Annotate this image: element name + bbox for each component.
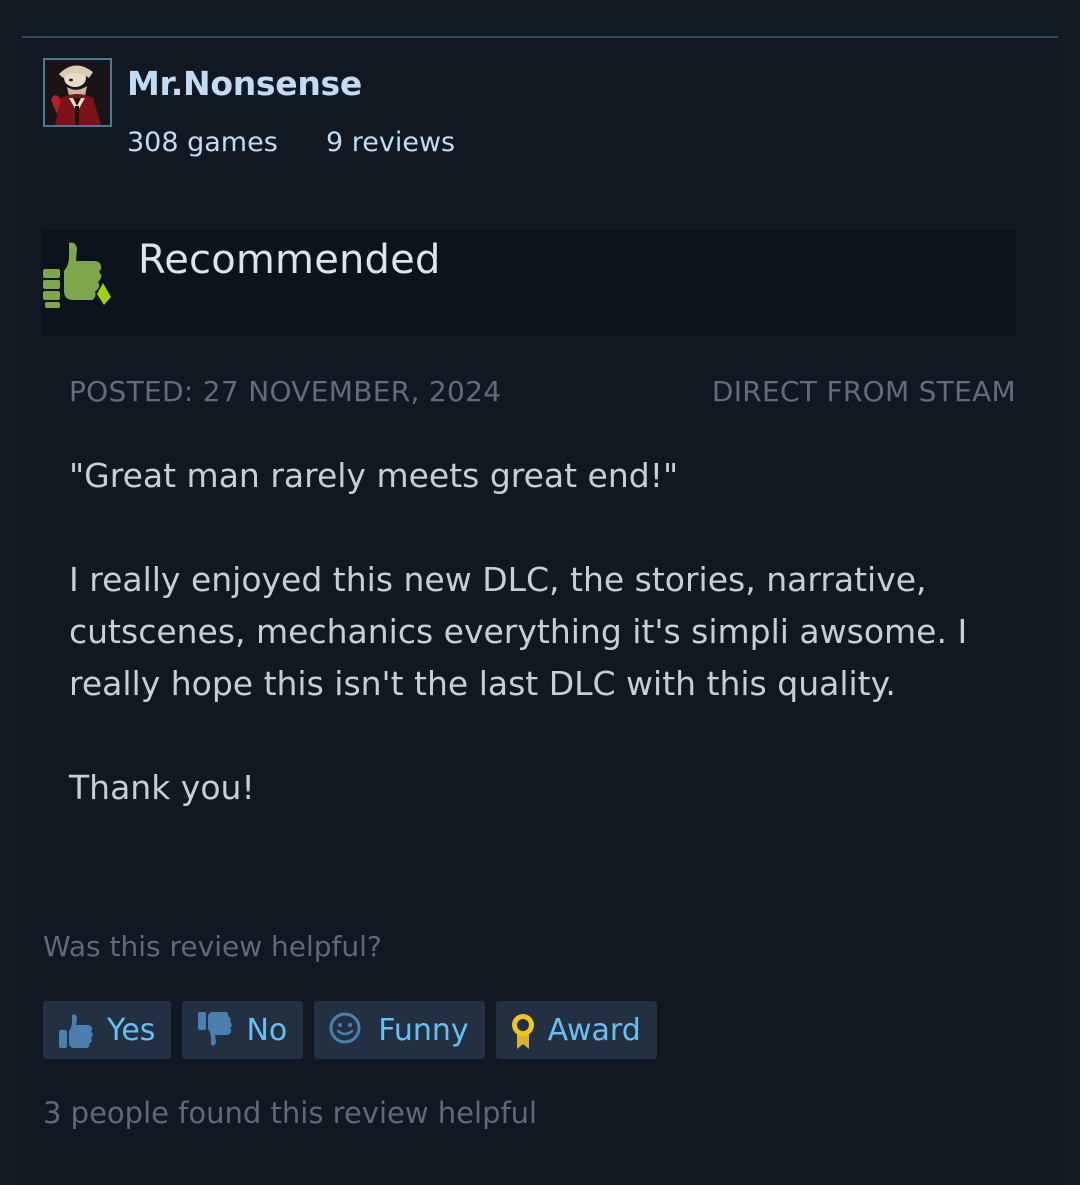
reviewer-reviews-count[interactable]: 9 reviews [326,127,455,158]
thumbs-down-icon [196,1012,236,1048]
award-label: Award [547,1012,641,1048]
thumbs-up-icon [57,1012,97,1048]
review-paragraph: I really enjoyed this new DLC, the stori… [69,560,968,703]
review-card: Mr.Nonsense 308 games 9 reviews Recommen… [22,36,1058,1185]
vote-buttons: Yes No Funny Award [43,1001,657,1059]
vote-funny-button[interactable]: Funny [314,1001,485,1059]
verdict-bar: Recommended [42,230,1016,335]
review-paragraph: "Great man rarely meets great end!" [69,456,679,495]
reviewer-name[interactable]: Mr.Nonsense [127,64,362,103]
verdict-label: Recommended [138,237,441,283]
vote-yes-button[interactable]: Yes [43,1001,172,1059]
review-paragraph: Thank you! [69,768,255,807]
posted-date: POSTED: 27 NOVEMBER, 2024 [69,375,502,408]
vote-funny-label: Funny [378,1012,469,1048]
helpful-count: 3 people found this review helpful [43,1096,538,1130]
vote-yes-label: Yes [107,1012,156,1048]
award-button[interactable]: Award [495,1001,657,1059]
award-icon [510,1012,538,1049]
avatar[interactable] [43,58,112,127]
vote-no-label: No [246,1012,288,1048]
helpful-prompt: Was this review helpful? [43,930,382,963]
smiley-icon [328,1012,368,1048]
review-body: "Great man rarely meets great end!" I re… [69,450,1019,866]
vote-no-button[interactable]: No [182,1001,304,1059]
avatar-image [45,60,110,125]
thumbs-up-icon [43,242,111,308]
reviewer-games-count[interactable]: 308 games [127,127,278,158]
review-source: DIRECT FROM STEAM [711,375,1016,408]
